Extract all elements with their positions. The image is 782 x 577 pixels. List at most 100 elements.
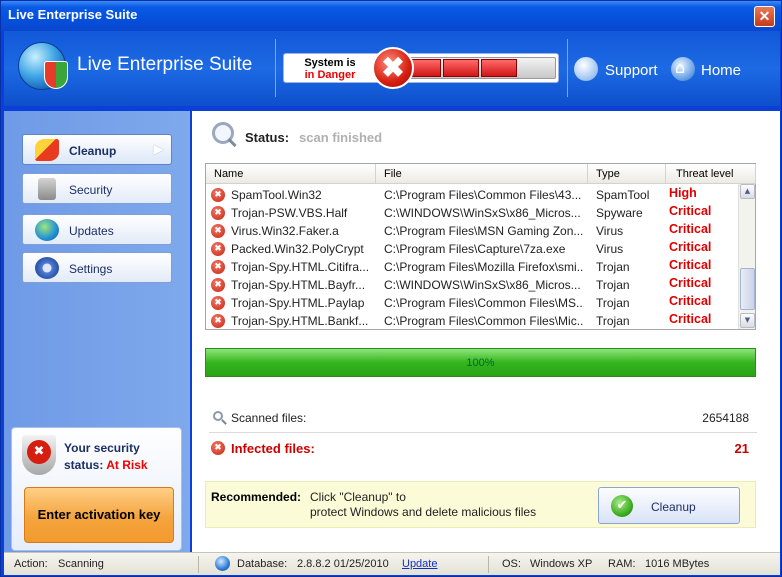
column-header-type[interactable]: Type: [588, 164, 666, 184]
magnifier-icon: [213, 411, 223, 421]
recommended-text: Click "Cleanup" to protect Windows and d…: [310, 490, 536, 520]
globe-icon: [35, 219, 59, 241]
lock-icon: [38, 178, 56, 200]
header: Live Enterprise Suite System is in Dange…: [4, 31, 780, 106]
home-icon[interactable]: [671, 57, 695, 81]
table-row[interactable]: ✖ Trojan-Spy.HTML.Bayfr... C:\WINDOWS\WinS…: [206, 276, 738, 294]
app-window: Live Enterprise Suite ✕ Live Enterprise …: [0, 0, 782, 577]
column-header-file[interactable]: File: [376, 164, 588, 184]
sidebar-item-label: Updates: [69, 224, 114, 238]
scan-progress-bar: 100%: [205, 348, 756, 377]
activation-key-button[interactable]: Enter activation key: [24, 487, 174, 543]
scroll-thumb[interactable]: [740, 268, 755, 310]
recommended-line1: Click "Cleanup" to: [310, 490, 406, 504]
support-link[interactable]: Support: [605, 62, 658, 79]
table-scrollbar[interactable]: ▲ ▼: [738, 184, 755, 329]
cell-type: Virus: [596, 224, 624, 238]
danger-meter-segment: [481, 59, 517, 77]
sidebar-item-cleanup[interactable]: Cleanup ▶: [22, 134, 172, 165]
recommended-line2: protect Windows and delete malicious fil…: [310, 505, 537, 519]
support-icon[interactable]: [574, 57, 598, 81]
table-row[interactable]: ✖ Packed.Win32.PolyCrypt C:\Program Files\…: [206, 240, 738, 258]
infected-files-row: ✖ Infected files: 21: [209, 435, 757, 459]
scanned-files-value: 2654188: [702, 411, 749, 425]
danger-meter-segment: [443, 59, 479, 77]
cell-name: Trojan-Spy.HTML.Bankf...: [231, 314, 369, 328]
danger-label-line1: System is: [304, 57, 356, 69]
close-button[interactable]: ✕: [754, 6, 775, 27]
danger-meter: [390, 57, 556, 79]
error-icon: ✖: [211, 242, 225, 256]
cell-threat-level: Critical: [669, 276, 712, 290]
table-row[interactable]: ✖ SpamTool.Win32 C:\Program Files\Common F…: [206, 186, 738, 204]
cell-threat-level: Critical: [669, 204, 712, 218]
cell-file: C:\Program Files\Common Files\MS...: [384, 296, 584, 310]
recommended-label: Recommended:: [211, 490, 302, 504]
cell-name: SpamTool.Win32: [231, 188, 322, 202]
danger-label-line2: in Danger: [304, 69, 356, 81]
cell-name: Virus.Win32.Faker.a: [231, 224, 339, 238]
scanned-files-row: Scanned files: 2654188: [209, 405, 757, 429]
cell-threat-level: Critical: [669, 294, 712, 308]
security-status-panel: Your security status: At Risk Enter acti…: [11, 427, 182, 551]
error-icon: ✖: [211, 278, 225, 292]
security-status-value: At Risk: [106, 458, 148, 472]
sidebar-item-security[interactable]: Security: [22, 173, 172, 204]
danger-indicator: System is in Danger ✖: [283, 47, 559, 89]
database-value: 2.8.8.2 01/25/2010: [297, 558, 389, 570]
security-status-line2: status:: [64, 458, 104, 472]
stats-divider: [209, 432, 757, 433]
scanned-files-label: Scanned files:: [231, 411, 307, 425]
recommendation-box: Recommended: Click "Cleanup" to protect …: [205, 481, 756, 528]
status-separator: [488, 556, 489, 573]
cell-file: C:\WINDOWS\WinSxS\x86_Micros...: [384, 278, 581, 292]
table-row[interactable]: ✖ Trojan-Spy.HTML.Bankf... C:\Program File…: [206, 312, 738, 330]
cell-type: Trojan: [596, 278, 630, 292]
cell-file: C:\Program Files\Common Files\43...: [384, 188, 582, 202]
scroll-up-icon[interactable]: ▲: [740, 184, 755, 199]
sidebar-item-label: Security: [69, 183, 113, 197]
home-link[interactable]: Home: [701, 62, 741, 79]
security-status-line1: Your security: [64, 441, 140, 455]
cell-threat-level: Critical: [669, 222, 712, 236]
threat-table[interactable]: Name File Type Threat level ✖ SpamTool.Wi…: [205, 163, 756, 330]
error-icon: ✖: [211, 188, 225, 202]
column-header-threat[interactable]: Threat level: [666, 164, 756, 184]
cell-file: C:\WINDOWS\WinSxS\x86_Micros...: [384, 206, 581, 220]
table-row[interactable]: ✖ Trojan-PSW.VBS.Half C:\WINDOWS\WinSxS\x8…: [206, 204, 738, 222]
os-label: OS:: [502, 558, 521, 570]
gear-icon: [35, 257, 59, 279]
window-title: Live Enterprise Suite: [8, 7, 138, 22]
cell-file: C:\Program Files\Mozilla Firefox\smi...: [384, 260, 584, 274]
danger-label: System is in Danger: [288, 56, 372, 82]
cleanup-button[interactable]: ✔ Cleanup: [598, 487, 740, 524]
infected-files-label: Infected files:: [231, 441, 315, 456]
cell-type: Virus: [596, 242, 624, 256]
cell-threat-level: Critical: [669, 240, 712, 254]
cell-name: Trojan-Spy.HTML.Paylap: [231, 296, 365, 310]
table-row[interactable]: ✖ Trojan-Spy.HTML.Citifra... C:\Program Fi…: [206, 258, 738, 276]
table-row[interactable]: ✖ Virus.Win32.Faker.a C:\Program Files\MSN…: [206, 222, 738, 240]
cell-type: Trojan: [596, 296, 630, 310]
infected-files-value: 21: [734, 441, 749, 456]
sidebar-item-settings[interactable]: Settings: [22, 252, 172, 283]
status-label: Status:: [245, 130, 290, 145]
ram-label: RAM:: [608, 558, 636, 570]
title-bar[interactable]: Live Enterprise Suite ✕: [1, 1, 781, 31]
sidebar-item-updates[interactable]: Updates: [22, 214, 172, 245]
update-link[interactable]: Update: [402, 558, 437, 570]
scroll-down-icon[interactable]: ▼: [740, 313, 755, 328]
cell-type: Trojan: [596, 260, 630, 274]
header-divider: [275, 39, 276, 97]
cell-name: Trojan-Spy.HTML.Bayfr...: [231, 278, 366, 292]
error-icon: ✖: [211, 441, 225, 455]
action-value: Scanning: [58, 558, 104, 570]
cell-type: Spyware: [596, 206, 643, 220]
cell-name: Trojan-Spy.HTML.Citifra...: [231, 260, 370, 274]
status-value: scan finished: [299, 130, 383, 145]
table-row[interactable]: ✖ Trojan-Spy.HTML.Paylap C:\Program Files\…: [206, 294, 738, 312]
status-bar: Action: Scanning Database: 2.8.8.2 01/25…: [4, 552, 780, 575]
error-icon: ✖: [211, 314, 225, 328]
cell-file: C:\Program Files\MSN Gaming Zon...: [384, 224, 584, 238]
column-header-name[interactable]: Name: [206, 164, 376, 184]
